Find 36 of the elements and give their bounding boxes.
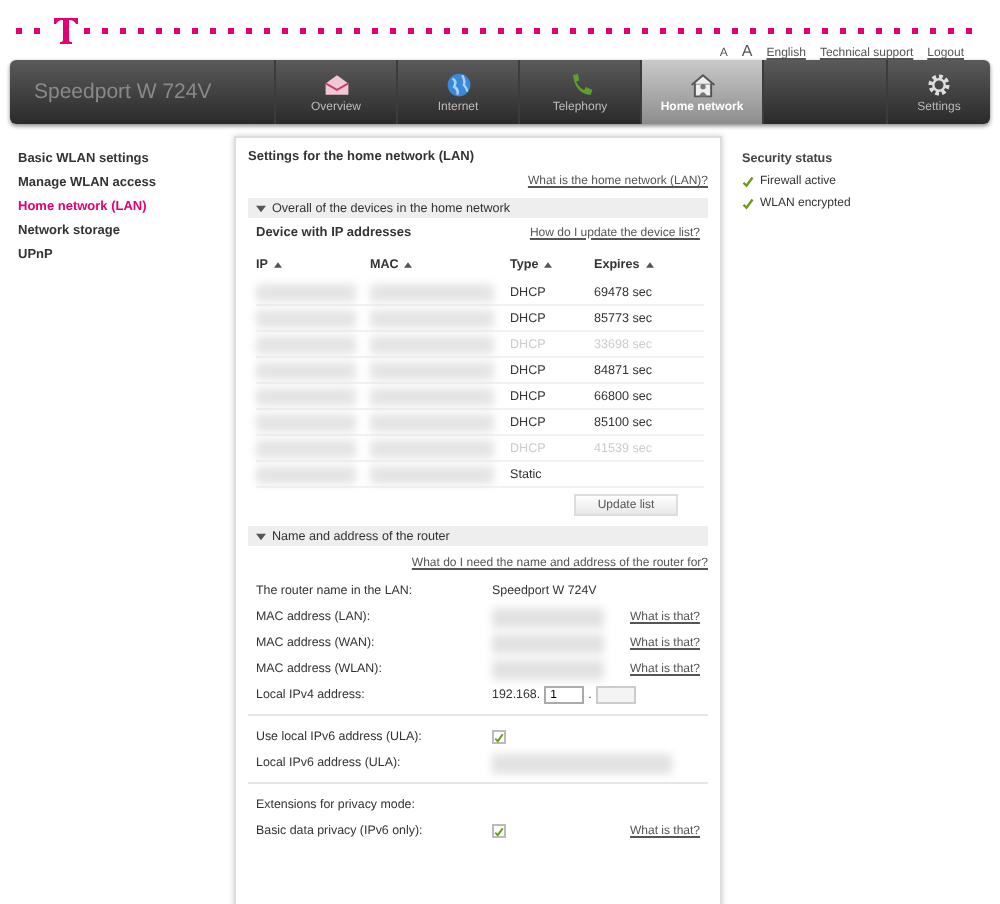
caret-icon[interactable] — [256, 531, 266, 541]
checkbox[interactable] — [492, 730, 506, 744]
envelope-icon — [323, 71, 349, 97]
caret-icon[interactable] — [256, 203, 266, 213]
logo-icon — [54, 16, 78, 44]
blurred-cell — [370, 309, 494, 327]
blurred-value — [492, 633, 604, 653]
blurred-cell — [256, 439, 356, 457]
globe-icon — [445, 71, 471, 97]
blurred-cell — [370, 465, 494, 483]
blurred-cell — [370, 413, 494, 431]
gear-icon — [926, 71, 952, 97]
font-size-link[interactable]: A — [741, 42, 753, 60]
blurred-cell — [370, 439, 494, 457]
blurred-cell — [256, 309, 356, 327]
phone-icon — [567, 71, 593, 97]
blurred-cell — [256, 413, 356, 431]
sort-icon[interactable] — [404, 262, 413, 268]
blurred-cell — [370, 387, 494, 405]
blurred-cell — [370, 335, 494, 353]
blurred-cell — [256, 283, 356, 301]
blurred-cell — [256, 335, 356, 353]
checkbox[interactable] — [492, 824, 506, 838]
product-name: Speedport W 724V — [32, 78, 214, 108]
sort-icon[interactable] — [273, 262, 282, 268]
sort-icon[interactable] — [645, 262, 654, 268]
blurred-value — [492, 607, 604, 627]
sort-icon[interactable] — [544, 262, 553, 268]
blurred-cell — [256, 387, 356, 405]
blurred-cell — [370, 283, 494, 301]
blurred-value — [492, 659, 604, 679]
blurred-cell — [256, 361, 356, 379]
blurred-cell — [256, 465, 356, 483]
octet-field[interactable] — [595, 686, 636, 704]
blurred-cell — [370, 361, 494, 379]
house-icon — [689, 71, 715, 97]
